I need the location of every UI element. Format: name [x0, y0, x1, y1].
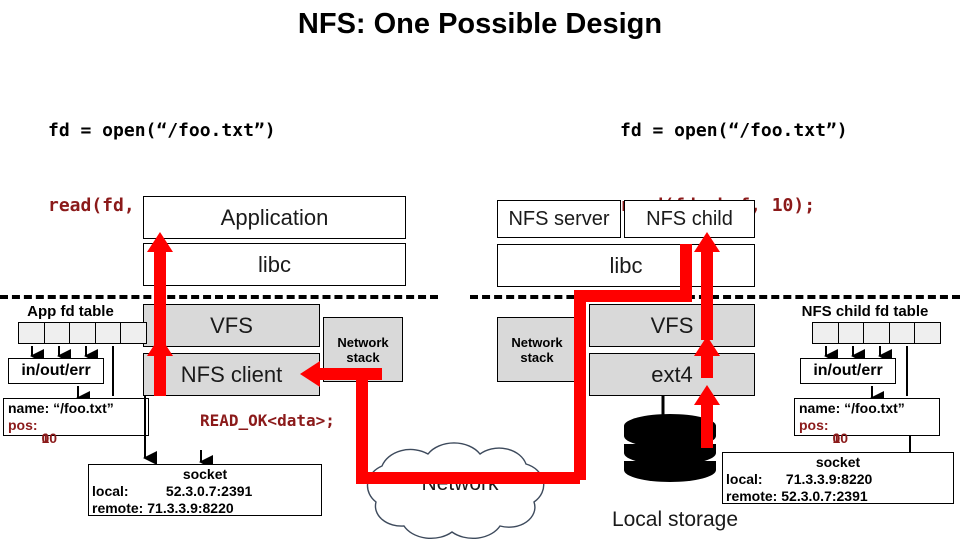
client-file-pos: pos: 0 10 — [8, 417, 144, 446]
client-socket-remote: remote: 71.3.3.9:8220 — [92, 500, 318, 517]
client-libc-box: libc — [143, 243, 406, 286]
client-socket-header: socket — [182, 466, 228, 482]
client-code-line-open: fd = open(“/foo.txt”) — [48, 120, 276, 141]
server-in-out-err-label: in/out/err — [813, 362, 883, 379]
client-file-pos-label: pos: — [8, 417, 38, 433]
page-title: NFS: One Possible Design — [297, 8, 663, 40]
client-in-out-err-label: in/out/err — [21, 362, 91, 379]
client-file-to-socket-connector — [143, 396, 157, 465]
message-path-network-to-server — [574, 244, 692, 480]
client-vfs-label: VFS — [210, 312, 253, 338]
server-socket-remote: remote: 52.3.0.7:2391 — [726, 488, 950, 505]
local-storage-label: Local storage — [611, 508, 739, 531]
client-in-out-err-box: in/out/err — [8, 358, 104, 384]
server-file-pos: pos: 0 10 — [799, 417, 935, 446]
client-socket-remote-value: 71.3.3.9:8220 — [147, 500, 234, 516]
client-socket-local-value: 52.3.0.7:2391 — [165, 483, 253, 499]
client-socket-remote-label: remote: — [92, 500, 144, 516]
server-socket-header: socket — [815, 454, 861, 470]
server-file-pos-label: pos: — [799, 417, 829, 433]
client-application-box: Application — [143, 196, 406, 239]
client-socket-box: socket local: 52.3.0.7:2391 remote: 71.3… — [88, 464, 322, 516]
server-code-line-open: fd = open(“/foo.txt”) — [620, 120, 848, 141]
read-ok-message-label: READ_OK<data>; — [200, 411, 335, 430]
client-socket-local-label: local: — [92, 483, 129, 499]
server-vfs-to-nfschild-arrow — [694, 232, 720, 340]
server-socket-remote-label: remote: — [726, 488, 778, 504]
server-file-name: name: “/foo.txt” — [799, 400, 905, 416]
server-in-out-err-box: in/out/err — [800, 358, 896, 384]
server-socket-local-label: local: — [726, 471, 763, 487]
client-socket-local: local: 52.3.0.7:2391 — [92, 483, 318, 500]
client-application-label: Application — [220, 204, 329, 230]
client-vfs-to-application-arrow — [147, 232, 173, 346]
server-socket-remote-value: 52.3.0.7:2391 — [781, 488, 868, 504]
client-libc-label: libc — [257, 251, 291, 277]
client-file-struct-box: name: “/foo.txt” pos: 0 10 — [3, 398, 149, 446]
client-file-pos-new: 10 — [41, 430, 58, 446]
client-file-name: name: “/foo.txt” — [8, 400, 114, 416]
server-socket-local: local: 71.3.3.9:8220 — [726, 471, 950, 488]
client-nfs-client-label: NFS client — [180, 361, 283, 387]
client-network-stack-line1: Network — [337, 334, 389, 350]
server-storage-to-ext4-arrow — [694, 385, 720, 448]
server-socket-local-value: 71.3.3.9:8220 — [785, 471, 873, 487]
server-file-struct-box: name: “/foo.txt” pos: 0 10 — [794, 398, 940, 446]
server-file-pos-new: 10 — [832, 430, 849, 446]
server-socket-box: socket local: 71.3.3.9:8220 remote: 52.3… — [722, 452, 954, 504]
server-nfs-server-label: NFS server — [508, 207, 610, 230]
client-kernel-boundary — [0, 295, 438, 299]
